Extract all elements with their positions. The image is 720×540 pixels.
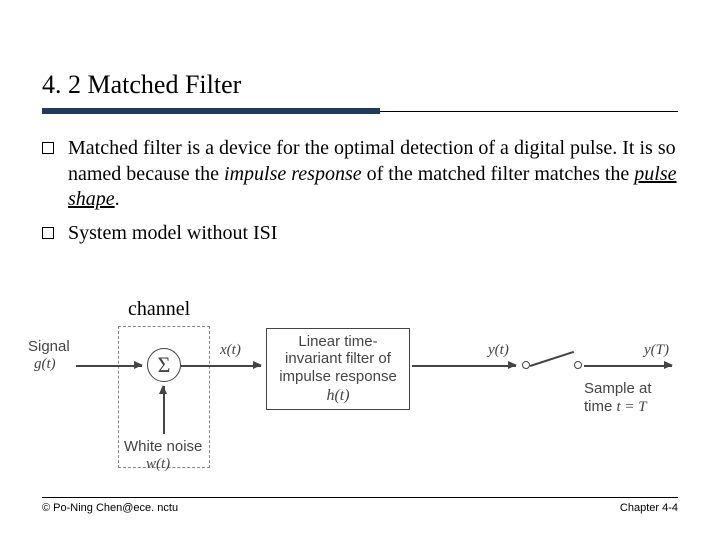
filter-box: Linear time- invariant filter of impulse… [266,328,410,410]
h-of-t: h(t) [275,387,401,405]
signal-label: Signal [28,338,70,355]
body: Matched filter is a device for the optim… [0,118,720,246]
arrow-signal-sum [76,365,142,367]
w-of-t: w(t) [146,456,170,473]
arrow-filter-switch [412,365,516,367]
footer: © Po-Ning Chen@ece. nctu Chapter 4-4 [42,497,678,514]
arrow-noise-sum [163,386,165,434]
channel-label: channel [128,298,190,321]
arrow-sum-filter [181,365,261,367]
bullet-2: System model without ISI [42,221,678,247]
bullet-square-icon [42,227,54,239]
title-area: 4. 2 Matched Filter [0,0,720,100]
filter-line3: impulse response [275,368,401,385]
title-rule [0,108,720,118]
footer-right: Chapter 4-4 [620,502,678,514]
rule-thick [42,108,380,114]
b1-em1: impulse response [224,163,362,185]
arrow-switch-out [584,365,672,367]
sample-label-2: time t = T [584,398,647,416]
footer-rule [42,497,678,498]
slide: 4. 2 Matched Filter Matched filter is a … [0,0,720,540]
switch-arm [530,351,574,367]
footer-row: © Po-Ning Chen@ece. nctu Chapter 4-4 [42,502,678,514]
bullet-2-text: System model without ISI [68,221,678,247]
open-circle-icon [574,361,582,369]
sum-node: Σ [147,348,181,382]
slide-title: 4. 2 Matched Filter [42,70,678,100]
bullet-1-text: Matched filter is a device for the optim… [68,136,678,213]
y-of-t: y(t) [488,342,509,359]
block-diagram: Signal g(t) Σ White noise w(t) x(t) Line… [28,320,692,490]
sample-label-1: Sample at [584,380,652,397]
bullet-1: Matched filter is a device for the optim… [42,136,678,213]
g-of-t: g(t) [34,356,56,373]
sample-l2-var: t = T [617,399,647,415]
sample-l2-pre: time [584,398,617,415]
y-of-T: y(T) [644,342,669,359]
noise-label: White noise [124,438,202,455]
b1-post: . [115,188,120,210]
b1-mid: of the matched filter matches the [362,163,635,185]
footer-left: © Po-Ning Chen@ece. nctu [42,502,178,514]
x-of-t: x(t) [220,342,241,359]
filter-line1: Linear time- [275,333,401,350]
bullet-square-icon [42,142,54,154]
switch-term-right [574,361,582,369]
sigma-icon: Σ [147,348,181,382]
filter-line2: invariant filter of [275,350,401,367]
